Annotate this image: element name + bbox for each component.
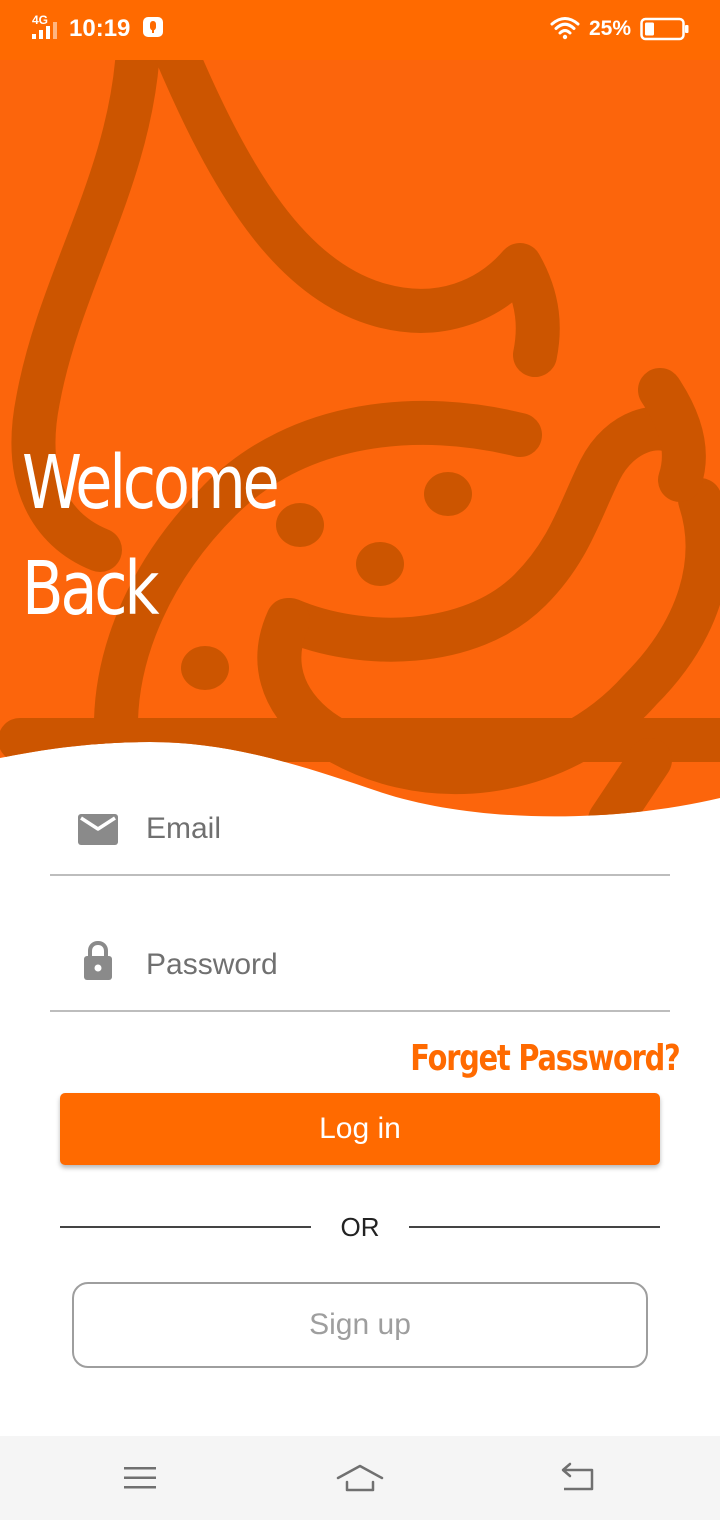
- lock-icon: [84, 940, 112, 980]
- password-field[interactable]: [50, 924, 670, 1012]
- home-icon[interactable]: [336, 1458, 384, 1498]
- mail-icon: [78, 814, 118, 845]
- signup-button[interactable]: Sign up: [72, 1282, 648, 1368]
- password-input[interactable]: [146, 940, 646, 990]
- status-bar: 4G 10:19 25%: [0, 0, 720, 60]
- menu-icon[interactable]: [118, 1458, 162, 1498]
- or-label: OR: [340, 1212, 380, 1242]
- welcome-title: Welcome Back: [22, 430, 280, 642]
- welcome-title-line1: Welcome: [22, 440, 280, 526]
- signal-4g-icon: 4G: [32, 13, 57, 39]
- divider-right: [409, 1226, 660, 1228]
- battery-percent: 25%: [589, 17, 632, 40]
- back-icon[interactable]: [556, 1458, 600, 1498]
- forgot-password-link[interactable]: Forget Password?: [411, 1036, 681, 1082]
- wifi-icon: [550, 17, 580, 40]
- divider-left: [60, 1226, 311, 1228]
- login-button[interactable]: Log in: [60, 1093, 660, 1165]
- welcome-title-line2: Back: [22, 546, 159, 632]
- login-screen: 4G 10:19 25% Welcome Back Email Forget P…: [0, 0, 720, 1520]
- email-field[interactable]: [50, 788, 670, 876]
- status-time: 10:19: [69, 15, 131, 42]
- notification-shield-icon: [143, 17, 163, 37]
- battery-icon: [640, 17, 689, 41]
- svg-text:4G: 4G: [32, 13, 48, 27]
- system-nav-bar: [0, 1436, 720, 1520]
- email-input[interactable]: [146, 804, 646, 854]
